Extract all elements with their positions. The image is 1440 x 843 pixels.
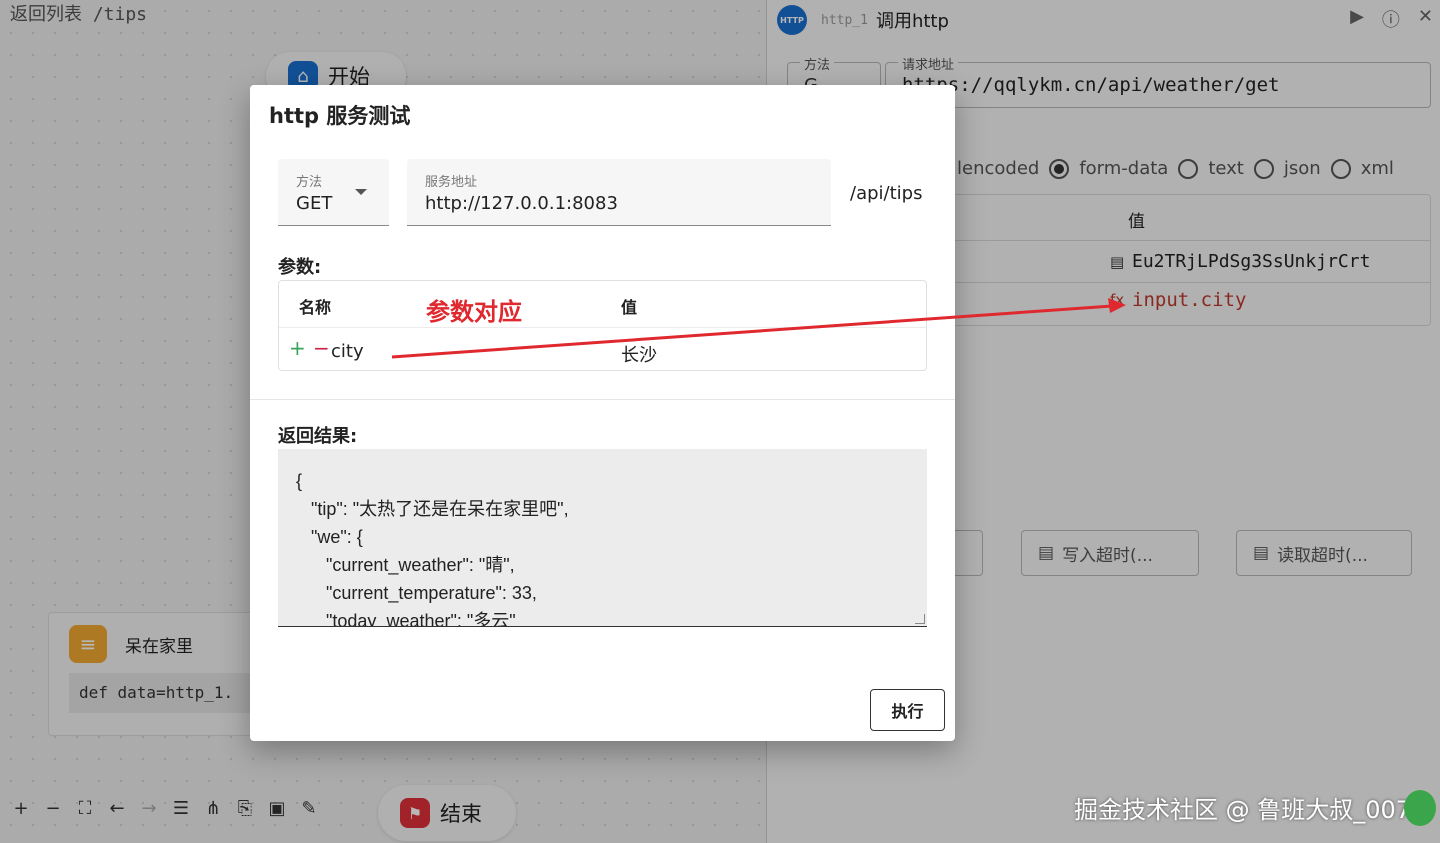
method-label: 方法: [296, 175, 323, 190]
params-table: 名称 值 + − city 长沙: [278, 280, 927, 371]
fab-button[interactable]: [1404, 790, 1436, 826]
dialog-title: http 服务测试: [269, 104, 411, 128]
resize-handle-icon[interactable]: [915, 614, 925, 624]
param-name[interactable]: city: [331, 341, 364, 362]
service-url-value: http://127.0.0.1:8083: [425, 193, 618, 214]
col-value-header: 值: [621, 298, 638, 317]
method-value: GET: [296, 193, 333, 214]
method-select[interactable]: 方法 GET: [278, 159, 389, 226]
divider: [250, 399, 955, 400]
http-test-dialog: http 服务测试 方法 GET 服务地址 http://127.0.0.1:8…: [250, 85, 955, 741]
param-value[interactable]: 长沙: [621, 341, 657, 367]
watermark: 掘金技术社区 @ 鲁班大叔_007: [1074, 796, 1412, 824]
result-text: { "tip": "太热了还是在呆在家里吧", "we": { "current…: [296, 471, 569, 627]
col-name-header: 名称: [299, 298, 332, 317]
annotation-label: 参数对应: [426, 298, 522, 326]
chevron-down-icon: [355, 189, 367, 195]
result-label: 返回结果:: [278, 426, 358, 447]
params-label: 参数:: [278, 257, 322, 278]
remove-icon[interactable]: −: [313, 336, 330, 360]
result-textarea[interactable]: { "tip": "太热了还是在呆在家里吧", "we": { "current…: [278, 449, 927, 627]
add-icon[interactable]: +: [289, 336, 306, 360]
service-url-input[interactable]: 服务地址 http://127.0.0.1:8083: [407, 159, 831, 226]
path-suffix: /api/tips: [850, 183, 923, 204]
execute-button[interactable]: 执行: [870, 689, 945, 731]
table-row: + − city 长沙: [279, 327, 926, 371]
service-url-label: 服务地址: [425, 175, 478, 190]
